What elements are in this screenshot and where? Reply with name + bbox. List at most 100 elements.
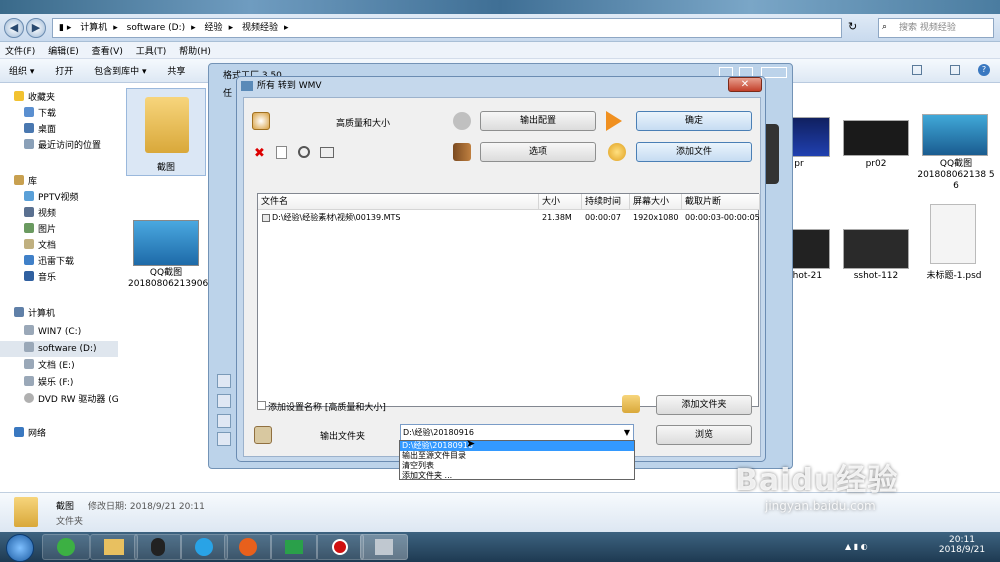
folder-item-screenshot[interactable]: 截图 xyxy=(126,88,206,176)
sidebar-item-documents[interactable]: 文档 xyxy=(0,238,118,254)
table-row[interactable]: D:\经验\经验素材\视频\00139.MTS 21.38M 00:00:07 … xyxy=(258,211,760,225)
drive-icon xyxy=(24,376,34,386)
column-clip[interactable]: 截取片断 xyxy=(682,194,760,210)
taskbar-app-browser[interactable] xyxy=(42,534,90,560)
disc-icon[interactable] xyxy=(217,414,231,428)
menu-hint: 任 xyxy=(223,89,233,99)
help-icon[interactable]: ? xyxy=(978,64,990,76)
taskbar-app-explorer[interactable] xyxy=(90,534,138,560)
sidebar-item-pptv[interactable]: PPTV视频 xyxy=(0,190,118,206)
menu-view[interactable]: 查看(V) xyxy=(87,42,128,59)
column-size[interactable]: 大小 xyxy=(539,194,582,210)
column-duration[interactable]: 持续时间 xyxy=(582,194,630,210)
taskbar-app-firefox[interactable] xyxy=(224,534,272,560)
open-button[interactable]: 打开 xyxy=(46,59,82,82)
breadcrumb-computer[interactable]: 计算机 xyxy=(80,23,107,33)
output-folder-select[interactable]: D:\经验\20180916 ▼ xyxy=(400,424,634,441)
menu-edit[interactable]: 编辑(E) xyxy=(43,42,84,59)
desktop-icon xyxy=(24,123,34,133)
add-setting-checkbox[interactable] xyxy=(257,401,266,410)
file-item-qq-screenshot[interactable]: QQ截图 20180806213906 xyxy=(128,218,208,290)
taskbar-app-recorder[interactable] xyxy=(316,534,364,560)
search-icon: ⌕ xyxy=(882,22,888,32)
output-config-button[interactable]: 输出配置 xyxy=(480,111,596,131)
chevron-down-icon: ▼ xyxy=(623,428,630,437)
sidebar-drive-e[interactable]: 文档 (E:) xyxy=(0,358,118,374)
file-label-psd[interactable]: 未标题-1.psd xyxy=(918,271,990,282)
forward-icon[interactable]: ▶ xyxy=(26,18,46,38)
delete-icon[interactable]: ✖ xyxy=(254,146,265,161)
breadcrumb-jingyan[interactable]: 经验 xyxy=(205,23,223,33)
include-library-button[interactable]: 包含到库中 ▾ xyxy=(85,59,155,82)
sidebar-drive-c[interactable]: WIN7 (C:) xyxy=(0,324,118,340)
sidebar-drive-d[interactable]: software (D:) xyxy=(0,341,118,357)
tools-icon[interactable] xyxy=(217,432,231,446)
organize-button[interactable]: 组织 ▾ xyxy=(0,59,43,82)
sidebar-item-thunder[interactable]: 迅雷下载 xyxy=(0,254,118,270)
column-screen[interactable]: 屏幕大小 xyxy=(630,194,682,210)
sidebar-favorites[interactable]: 收藏夹 xyxy=(0,90,118,106)
search-input[interactable]: 搜索 视频经验 xyxy=(878,18,994,38)
browser-icon xyxy=(57,538,75,556)
preview-pane-icon[interactable] xyxy=(950,65,960,75)
sidebar-item-music[interactable]: 音乐 xyxy=(0,270,118,286)
sidebar-network[interactable]: 网络 xyxy=(0,426,118,442)
sidebar-item-pictures[interactable]: 图片 xyxy=(0,222,118,238)
status-date: 修改日期: 2018/9/21 20:11 xyxy=(88,502,205,512)
refresh-icon[interactable]: ↻ xyxy=(848,20,857,33)
menu-file[interactable]: 文件(F) xyxy=(0,42,40,59)
breadcrumb-video[interactable]: 视频经验 xyxy=(242,23,278,33)
info-icon[interactable] xyxy=(320,147,334,158)
back-icon[interactable]: ◀ xyxy=(4,18,24,38)
folder-icon: ▮ ▸ xyxy=(59,23,72,33)
output-folder-dropdown: D:\经验\20180916 输出至源文件目录 清空列表 添加文件夹 ... xyxy=(399,440,635,480)
close-button[interactable]: ✕ xyxy=(728,77,762,92)
download-icon xyxy=(24,107,34,117)
taskbar-app-formatfactory[interactable] xyxy=(360,534,408,560)
file-label-sshot112[interactable]: sshot-112 xyxy=(838,271,914,282)
picture-icon[interactable] xyxy=(217,394,231,408)
sidebar-item-desktop[interactable]: 桌面 xyxy=(0,122,118,138)
sidebar-computer[interactable]: 计算机 xyxy=(0,306,118,322)
image-thumbnail xyxy=(843,120,909,156)
view-icon[interactable] xyxy=(912,65,922,75)
add-file-button[interactable]: 添加文件 xyxy=(636,142,752,162)
share-button[interactable]: 共享 xyxy=(158,59,194,82)
output-folder-icon xyxy=(254,426,272,444)
sidebar-item-recent[interactable]: 最近访问的位置 xyxy=(0,138,118,154)
sidebar-library[interactable]: 库 xyxy=(0,174,118,190)
taskbar-app-qq[interactable] xyxy=(134,534,182,560)
browse-button[interactable]: 浏览 xyxy=(656,425,752,445)
sidebar-drive-g[interactable]: DVD RW 驱动器 (G xyxy=(0,392,118,408)
sidebar-item-download[interactable]: 下载 xyxy=(0,106,118,122)
dropdown-option-add-folder[interactable]: 添加文件夹 ... xyxy=(400,471,634,481)
arrow-right-icon xyxy=(606,111,622,131)
folder-icon xyxy=(145,97,189,153)
ok-button[interactable]: 确定 xyxy=(636,111,752,131)
menu-help[interactable]: 帮助(H) xyxy=(174,42,216,59)
star-icon xyxy=(14,91,24,101)
file-label-qq2[interactable]: QQ截图 201808062138 5 6 xyxy=(916,159,996,192)
taskbar-app-media[interactable] xyxy=(180,534,228,560)
play-icon[interactable] xyxy=(298,146,310,158)
column-filename[interactable]: 文件名 xyxy=(258,194,539,210)
menu-tools[interactable]: 工具(T) xyxy=(131,42,172,59)
music-icon[interactable] xyxy=(217,374,231,388)
sidebar-item-video[interactable]: 视频 xyxy=(0,206,118,222)
image-thumbnail xyxy=(133,220,199,266)
address-input[interactable]: ▮ ▸ 计算机 ▸ software (D:) ▸ 经验 ▸ 视频经验 ▸ xyxy=(52,18,842,38)
add-folder-button[interactable]: 添加文件夹 xyxy=(656,395,752,415)
sidebar-drive-f[interactable]: 娱乐 (F:) xyxy=(0,375,118,391)
dropdown-option-source-dir[interactable]: 输出至源文件目录 xyxy=(400,451,634,461)
clear-icon[interactable] xyxy=(276,146,287,159)
dropdown-option-folder[interactable]: D:\经验\20180916 xyxy=(400,441,634,451)
options-button[interactable]: 选项 xyxy=(480,142,596,162)
file-label-pr02[interactable]: pr02 xyxy=(838,159,914,170)
video-library-icon xyxy=(24,191,34,201)
taskbar-app-video[interactable] xyxy=(270,534,318,560)
start-button[interactable] xyxy=(6,534,34,562)
firefox-icon xyxy=(239,538,257,556)
app-icon xyxy=(241,81,253,91)
dropdown-option-clear[interactable]: 清空列表 xyxy=(400,461,634,471)
breadcrumb-drive[interactable]: software (D:) xyxy=(127,23,186,33)
